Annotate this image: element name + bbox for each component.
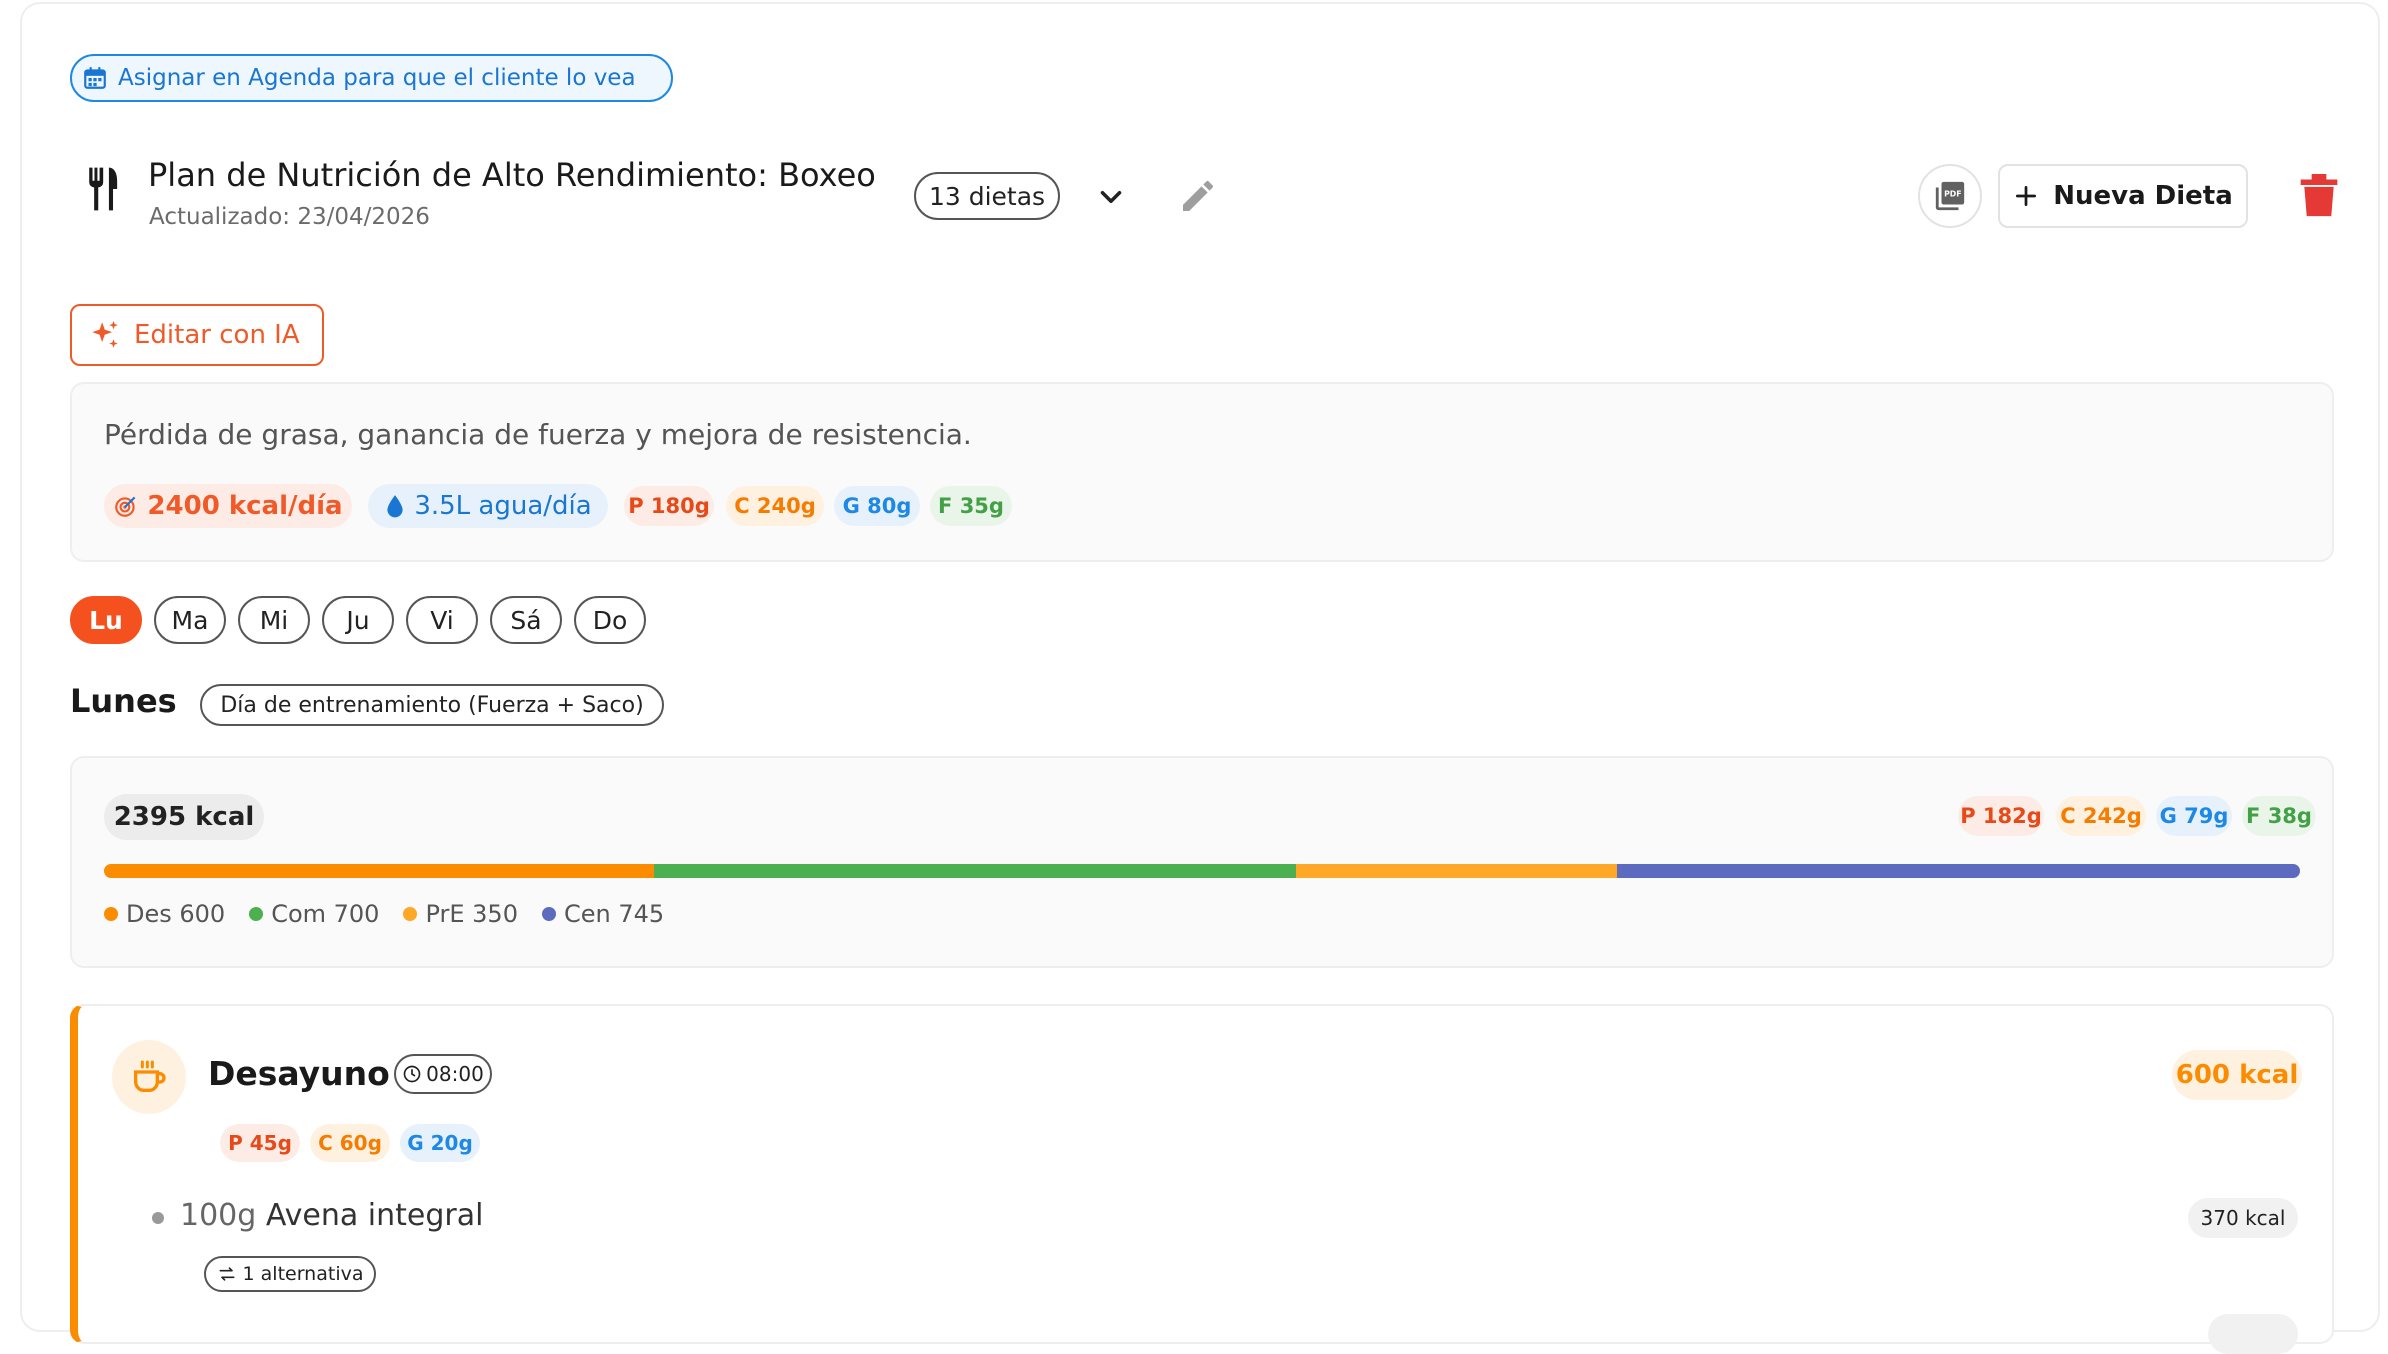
legend-dot: [541, 907, 556, 921]
assign-agenda-label: Asignar en Agenda para que el cliente lo…: [118, 65, 636, 91]
daily-water-badge: 3.5L agua/día: [368, 484, 608, 528]
day-tab-ju[interactable]: Ju: [322, 596, 394, 644]
assign-agenda-button[interactable]: Asignar en Agenda para que el cliente lo…: [70, 54, 673, 102]
kcal-bar-segment: [1295, 864, 1617, 878]
trash-icon[interactable]: [2300, 174, 2338, 218]
plan-title: Plan de Nutrición de Alto Rendimiento: B…: [148, 156, 876, 194]
target-icon: [115, 496, 136, 517]
daily-kcal-value: 2400 kcal/día: [147, 491, 343, 521]
pdf-export-button[interactable]: PDF: [1918, 164, 1982, 228]
kcal-bar-segment: [104, 864, 655, 878]
day-title: Lunes: [70, 682, 177, 720]
plan-protein-badge: P 180g: [624, 486, 714, 526]
meal-fat-badge: G 20g: [400, 1124, 480, 1162]
kcal-distribution-legend: Des 600 Com 700 PrE 350 Cen 745: [104, 900, 664, 928]
meal-kcal-badge: 600 kcal: [2172, 1050, 2302, 1100]
plan-summary-card: Pérdida de grasa, ganancia de fuerza y m…: [70, 382, 2334, 562]
plus-icon: [2016, 185, 2037, 207]
meal-name: Desayuno: [208, 1054, 390, 1093]
legend-label: Cen 745: [563, 900, 665, 928]
daily-kcal-badge: 2400 kcal/día: [104, 484, 352, 528]
legend-item: Cen 745: [541, 900, 665, 928]
day-fiber-badge: F 38g: [2242, 796, 2316, 836]
diet-plan-panel: Asignar en Agenda para que el cliente lo…: [20, 2, 2380, 1354]
day-tab-sa[interactable]: Sá: [490, 596, 562, 644]
next-food-kcal-badge: [2208, 1314, 2298, 1354]
new-diet-label: Nueva Dieta: [2053, 181, 2233, 211]
meal-time-chip: 08:00: [394, 1054, 492, 1094]
plan-goal: Pérdida de grasa, ganancia de fuerza y m…: [104, 418, 972, 451]
legend-label: Com 700: [271, 900, 380, 928]
plan-carbs-badge: C 240g: [726, 486, 824, 526]
day-tab-mi[interactable]: Mi: [238, 596, 310, 644]
meal-protein-badge: P 45g: [220, 1124, 300, 1162]
day-tab-vi[interactable]: Vi: [406, 596, 478, 644]
coffee-cup-icon: [112, 1040, 186, 1114]
meal-time-value: 08:00: [426, 1062, 484, 1086]
kcal-bar-segment: [654, 864, 1296, 878]
new-diet-button[interactable]: Nueva Dieta: [1998, 164, 2248, 228]
legend-item: Des 600: [104, 900, 225, 928]
legend-item: Com 700: [249, 900, 379, 928]
swap-arrows-icon: [219, 1267, 235, 1281]
clock-icon: [403, 1065, 421, 1083]
day-tab-lu[interactable]: Lu: [70, 596, 142, 644]
day-fat-badge: G 79g: [2156, 796, 2232, 836]
water-drop-icon: [387, 495, 403, 518]
diets-count-chip[interactable]: 13 dietas: [914, 172, 1060, 220]
kcal-distribution-bar: [104, 864, 2300, 878]
food-quantity: 100g: [180, 1198, 257, 1233]
food-kcal-badge: 370 kcal: [2188, 1198, 2298, 1238]
day-tab-ma[interactable]: Ma: [154, 596, 226, 644]
legend-dot: [104, 907, 118, 921]
alternatives-label: 1 alternativa: [242, 1263, 364, 1285]
edit-with-ai-label: Editar con IA: [134, 320, 300, 350]
food-bullet: [152, 1212, 164, 1224]
plan-updated-date: Actualizado: 23/04/2026: [149, 204, 430, 230]
meal-carbs-badge: C 60g: [310, 1124, 390, 1162]
plan-fat-badge: G 80g: [834, 486, 920, 526]
meal-card-desayuno: Desayuno 08:00 600 kcal P 45g C 60g G 20…: [70, 1004, 2334, 1354]
daily-water-value: 3.5L agua/día: [414, 491, 592, 521]
food-item[interactable]: 100g Avena integral: [180, 1198, 483, 1233]
day-totals-card: 2395 kcal P 182g C 242g G 79g F 38g Des …: [70, 756, 2334, 968]
day-tab-do[interactable]: Do: [574, 596, 646, 644]
svg-text:PDF: PDF: [1944, 190, 1961, 199]
edit-with-ai-button[interactable]: Editar con IA: [70, 304, 324, 366]
legend-label: Des 600: [126, 900, 226, 928]
food-name: Avena integral: [265, 1198, 484, 1233]
chevron-down-icon[interactable]: [1094, 180, 1128, 214]
legend-dot: [403, 907, 418, 921]
day-total-kcal: 2395 kcal: [104, 794, 264, 840]
utensils-icon: [89, 167, 118, 211]
day-protein-badge: P 182g: [1958, 796, 2044, 836]
legend-item: PrE 350: [403, 900, 518, 928]
calendar-icon: [84, 67, 106, 89]
alternatives-chip[interactable]: 1 alternativa: [204, 1256, 376, 1292]
day-carbs-badge: C 242g: [2056, 796, 2146, 836]
pdf-icon: PDF: [1935, 181, 1965, 211]
pencil-icon[interactable]: [1178, 176, 1218, 216]
day-type-chip: Día de entrenamiento (Fuerza + Saco): [200, 684, 664, 726]
plan-fiber-badge: F 35g: [930, 486, 1012, 526]
legend-dot: [249, 907, 264, 921]
kcal-bar-segment: [1616, 864, 2300, 878]
legend-label: PrE 350: [425, 900, 518, 928]
sparkles-icon: [92, 320, 118, 348]
